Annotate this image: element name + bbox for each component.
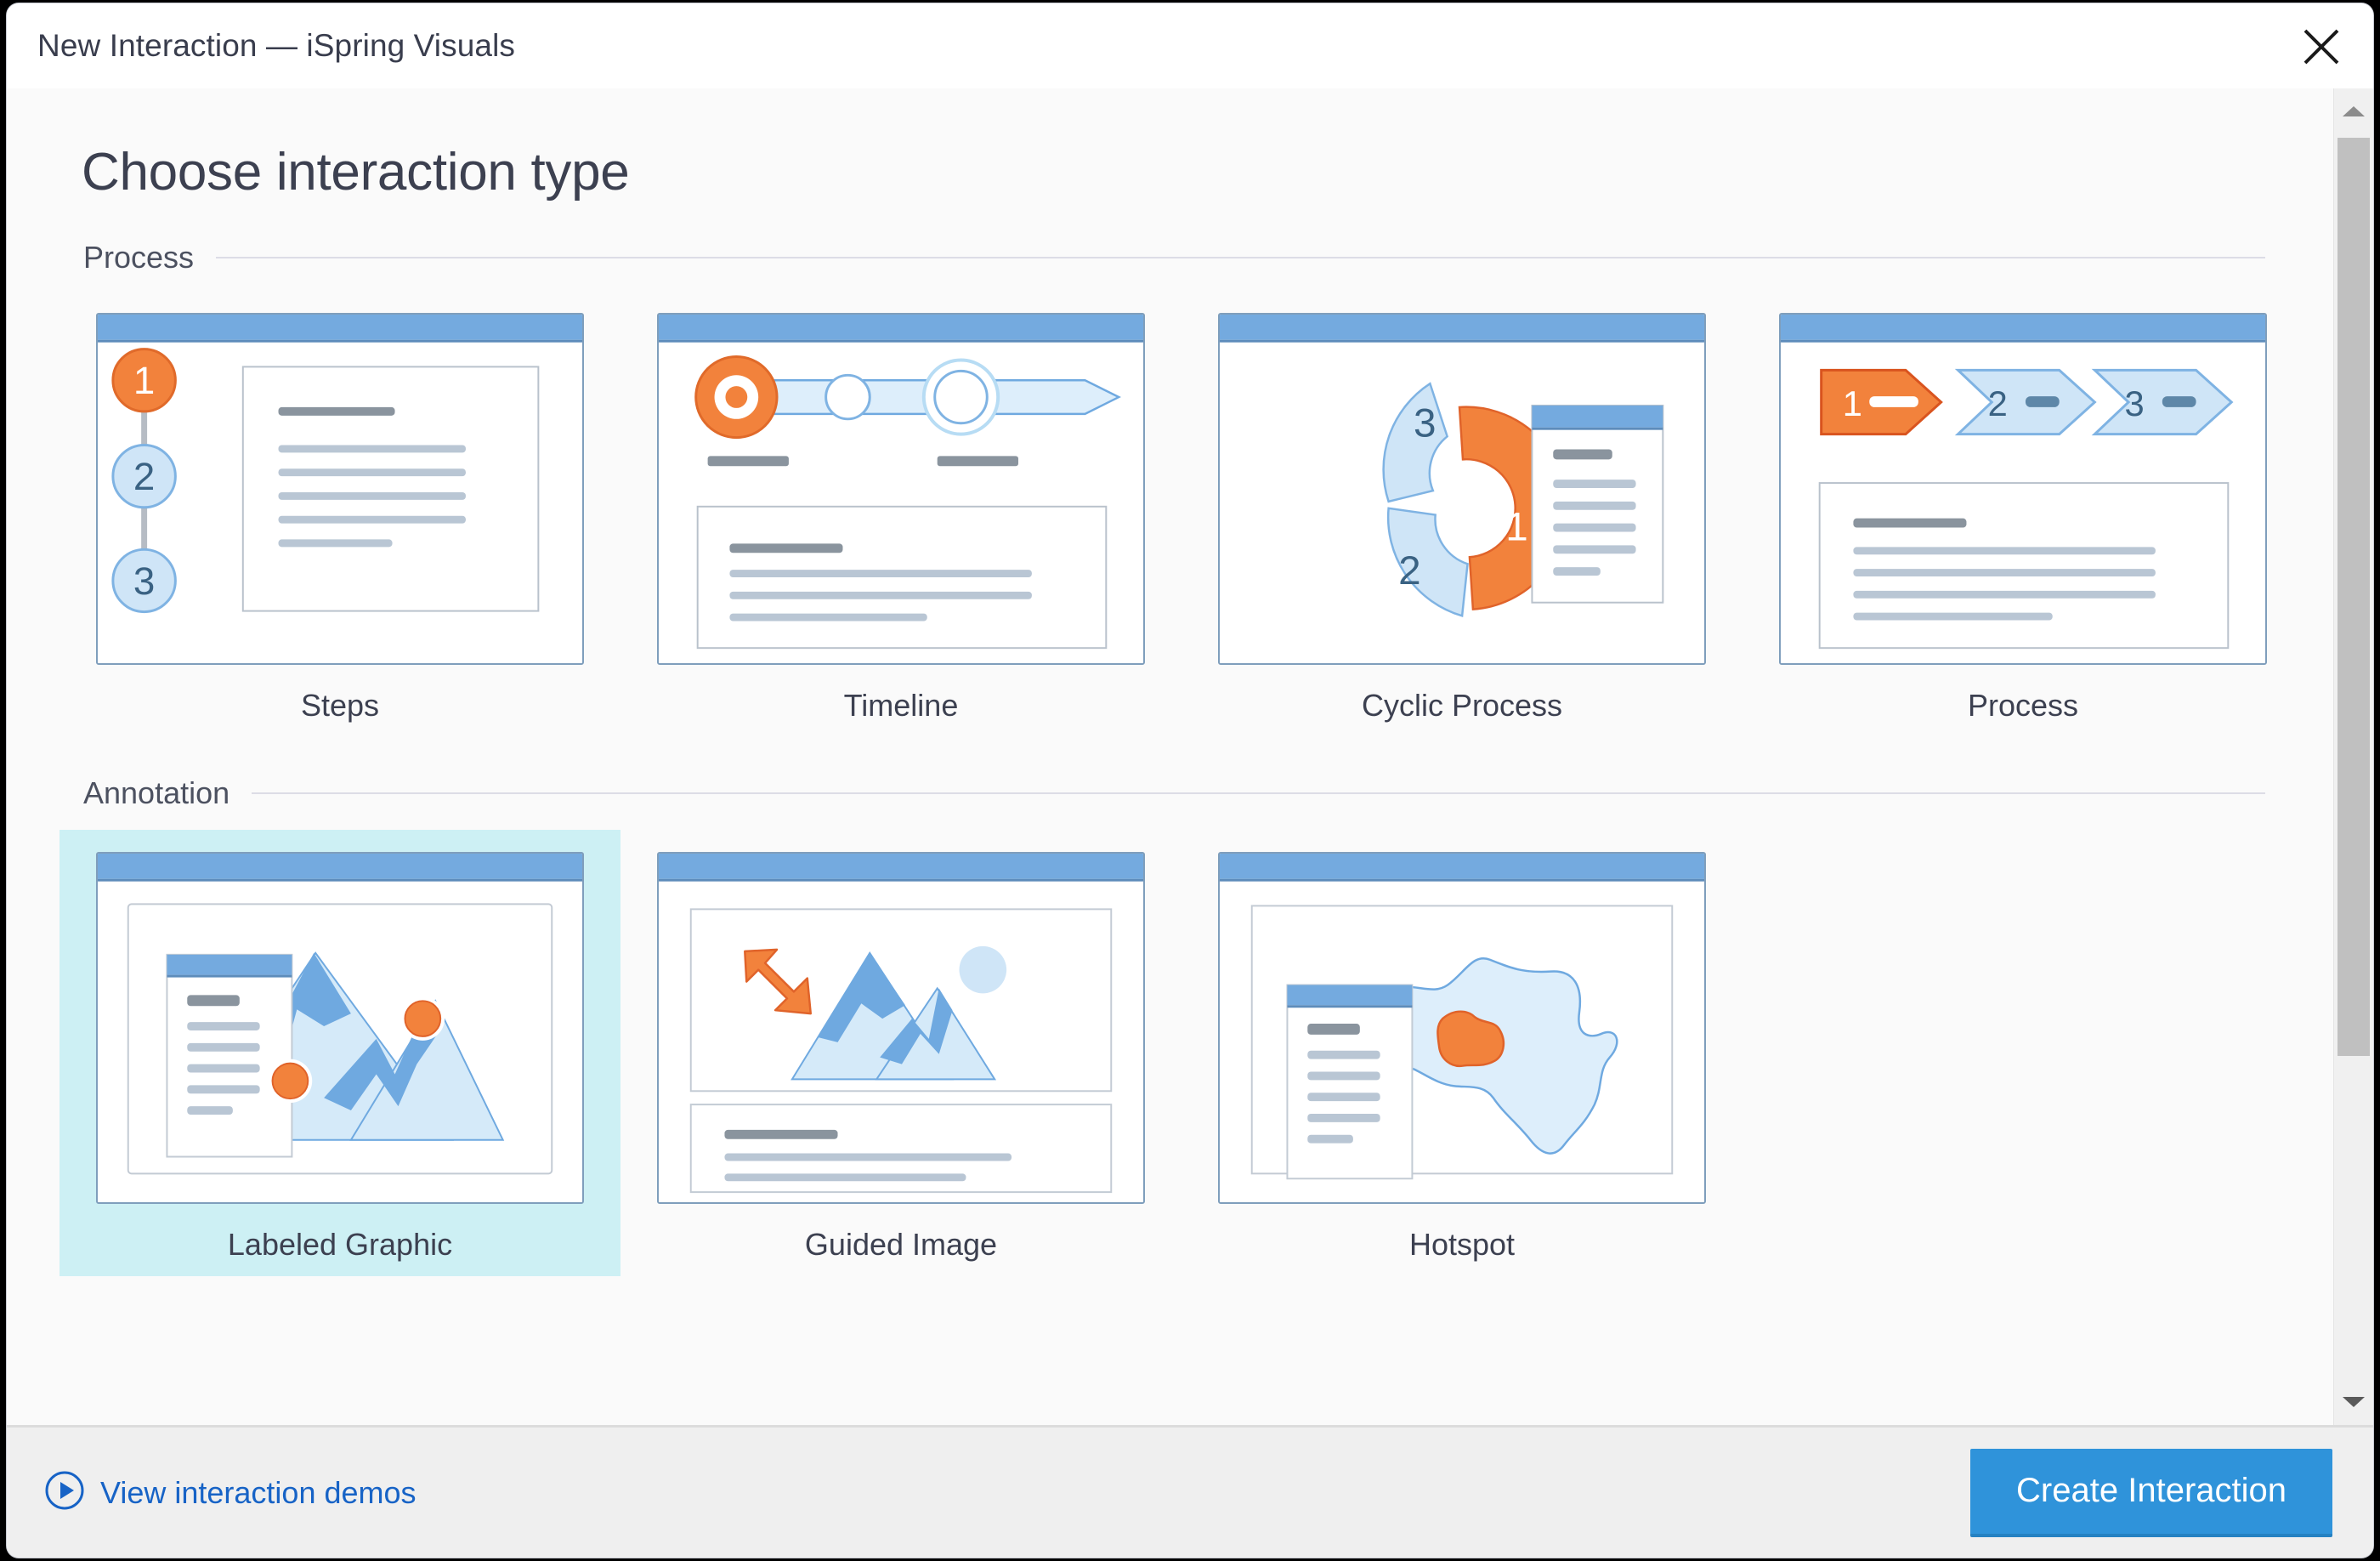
svg-text:1: 1	[1505, 504, 1528, 549]
titlebar: New Interaction — iSpring Visuals	[7, 3, 2373, 88]
card-row-annotation: Labeled Graphic Guided Image Hotspot	[7, 829, 2333, 1277]
dialog-body: Choose interaction type Process 1 2 3 St…	[7, 88, 2373, 1425]
card-label: Steps	[300, 688, 380, 723]
card-labeled-graphic[interactable]: Labeled Graphic	[60, 829, 620, 1277]
vertical-scrollbar[interactable]	[2333, 88, 2373, 1425]
new-interaction-dialog: New Interaction — iSpring Visuals Choose…	[7, 3, 2373, 1558]
section-divider	[252, 792, 2265, 794]
section-header: Annotation	[83, 775, 2265, 811]
card-label: Guided Image	[804, 1226, 998, 1262]
page-title: Choose interaction type	[82, 143, 630, 202]
svg-text:3: 3	[1414, 401, 1436, 446]
thumbnail-process: 1 2 3	[1779, 313, 2267, 665]
view-interaction-demos-link[interactable]: View interaction demos	[44, 1470, 416, 1515]
thumbnail-cyclic-process: 3 2 1	[1218, 313, 1706, 665]
svg-text:2: 2	[1398, 548, 1421, 593]
chevron-up-icon[interactable]	[2334, 92, 2373, 131]
card-label: Timeline	[843, 688, 959, 723]
card-label: Hotspot	[1408, 1226, 1516, 1262]
thumbnail-hotspot	[1218, 851, 1706, 1204]
footer: View interaction demos Create Interactio…	[7, 1425, 2373, 1558]
svg-text:1: 1	[1843, 383, 1862, 423]
card-steps[interactable]: 1 2 3 Steps	[60, 294, 620, 738]
view-interaction-demos-label: View interaction demos	[100, 1474, 416, 1510]
close-icon[interactable]	[2288, 14, 2354, 80]
card-label: Cyclic Process	[1361, 688, 1563, 723]
card-guided-image[interactable]: Guided Image	[620, 830, 1182, 1277]
play-circle-icon	[44, 1470, 85, 1515]
svg-text:1: 1	[133, 359, 155, 402]
svg-text:2: 2	[133, 455, 155, 498]
thumbnail-labeled-graphic	[96, 851, 584, 1204]
card-timeline[interactable]: Timeline	[620, 294, 1182, 738]
card-cyclic-process[interactable]: 3 2 1 Cyclic Process	[1182, 294, 1742, 738]
section-annotation: Annotation Labeled Graphic Guided Image …	[7, 775, 2333, 1277]
create-interaction-button[interactable]: Create Interaction	[1970, 1448, 2332, 1537]
section-process: Process 1 2 3 Steps Timeline 3 2 1 Cycli…	[7, 240, 2333, 738]
thumbnail-steps: 1 2 3	[96, 313, 584, 665]
section-label: Process	[83, 240, 195, 275]
card-hotspot[interactable]: Hotspot	[1182, 830, 1742, 1277]
section-label: Annotation	[83, 775, 230, 810]
thumbnail-timeline	[657, 313, 1145, 665]
svg-text:3: 3	[2124, 383, 2144, 423]
card-label: Process	[1967, 688, 2079, 723]
section-header: Process	[83, 240, 2265, 275]
section-divider	[216, 257, 2265, 258]
card-process[interactable]: 1 2 3 Process	[1742, 294, 2304, 738]
scrollbar-thumb[interactable]	[2338, 138, 2370, 1056]
svg-text:2: 2	[1988, 383, 2008, 423]
chevron-down-icon[interactable]	[2334, 1382, 2373, 1422]
svg-text:3: 3	[133, 559, 155, 603]
card-row-process: 1 2 3 Steps Timeline 3 2 1 Cyclic Proces…	[7, 294, 2333, 738]
thumbnail-guided-image	[657, 851, 1145, 1204]
content-pane: Choose interaction type Process 1 2 3 St…	[7, 88, 2333, 1425]
card-label: Labeled Graphic	[227, 1226, 453, 1262]
window-title: New Interaction — iSpring Visuals	[37, 28, 515, 63]
